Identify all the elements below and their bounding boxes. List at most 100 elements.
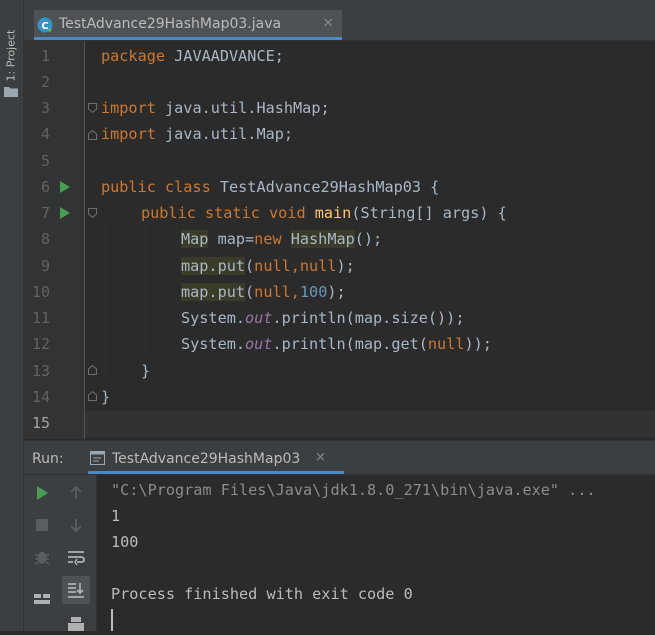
indent-guide [145,227,147,352]
run-tab-label: TestAdvance29HashMap03 [112,451,301,467]
static-field: out [245,309,273,327]
up-arrow-icon[interactable] [66,483,86,503]
code-text: (); [354,230,383,248]
soft-wrap-icon[interactable] [66,547,86,567]
code-line-8: Map map=new HashMap(); [181,226,382,252]
line-number: 7 [40,204,50,222]
code-line-13: } [141,362,151,380]
code-text: map= [208,230,255,248]
fold-start-icon[interactable] [88,103,97,113]
line-number: 5 [40,152,50,170]
keyword: public class [101,178,211,196]
code-text: java.util.HashMap; [155,99,330,117]
editor-tab-testadvance29hashmap03[interactable]: C TestAdvance29HashMap03.java × [34,10,342,40]
code-text: java.util.Map; [155,125,294,143]
bug-icon[interactable] [32,547,52,567]
code-text: , [290,283,300,301]
line-number: 9 [40,257,50,275]
keyword: null [254,257,291,275]
console-output-line: 100 [111,533,139,551]
run-toolbar [24,475,97,631]
keyword: import [101,99,156,117]
keyword: null [299,257,337,275]
rerun-icon[interactable] [32,483,52,503]
current-line-highlight [85,411,655,437]
fold-start-icon[interactable] [88,208,97,218]
code-text: TestAdvance29HashMap03 { [210,178,440,196]
method-call: map.put [181,257,246,275]
code-text: ); [336,257,355,275]
run-class-icon[interactable] [60,181,70,193]
fold-end-icon[interactable] [88,391,97,401]
constructor-name: HashMap [290,230,355,248]
code-line-3: import java.util.HashMap; [101,95,330,121]
method-call: map.put [181,283,246,301]
indent-guide [105,227,107,377]
number-literal: 100 [299,283,328,301]
fold-end-icon[interactable] [88,130,97,140]
line-number: 4 [40,125,50,143]
run-tab-testadvance29hashmap03[interactable]: TestAdvance29HashMap03 [88,443,344,474]
close-run-tab-icon[interactable]: × [315,450,326,465]
code-text: (String[] args) { [351,204,507,222]
line-number-current: 15 [31,414,50,432]
close-tab-icon[interactable]: × [322,15,334,31]
run-panel-header: Run: TestAdvance29HashMap03 × [24,440,655,475]
run-main-icon[interactable] [60,207,70,219]
code-line-6: public class TestAdvance29HashMap03 { [101,174,439,200]
line-number: 12 [31,335,50,353]
type-name: Map [181,230,209,248]
print-icon[interactable] [66,615,86,635]
fold-end-icon[interactable] [88,365,97,375]
down-arrow-icon[interactable] [66,515,86,535]
code-text: , [290,257,300,275]
code-line-11: System.out.println(map.size()); [181,305,464,331]
code-text: System. [181,335,246,353]
code-line-4: import java.util.Map; [101,121,293,147]
code-line-12: System.out.println(map.get(null)); [181,331,492,357]
console-output-line: 1 [111,507,121,525]
code-text: JAVAADVANCE; [165,47,284,65]
code-text: .println(map.size()); [272,309,465,327]
java-class-icon: C [37,17,53,33]
code-line-1: package JAVAADVANCE; [101,43,284,69]
keyword: import [101,125,156,143]
line-number: 10 [31,283,50,301]
stop-icon[interactable] [32,515,52,535]
code-line-10: map.put(null,100); [181,279,346,305]
code-text: System. [181,309,246,327]
line-number: 13 [31,362,50,380]
code-text: )); [464,335,492,353]
line-number: 1 [40,47,50,65]
scroll-to-end-icon [68,583,84,598]
project-tool-strip: 1: Project [0,0,24,631]
line-number: 14 [31,388,50,406]
static-field: out [245,335,273,353]
code-text: ); [327,283,346,301]
line-number: 6 [40,178,50,196]
keyword: null [427,335,465,353]
code-text: ( [245,283,255,301]
keyword: new [254,230,282,248]
editor-tab-label: TestAdvance29HashMap03.java [59,16,282,32]
line-number: 11 [31,309,50,327]
code-text: ( [245,257,255,275]
folder-icon[interactable] [4,86,18,97]
console-icon [90,451,105,465]
line-number: 3 [40,99,50,117]
editor-tab-bar: C TestAdvance29HashMap03.java × [24,0,655,41]
method-name: main [314,204,352,222]
code-text: .println(map.get( [272,335,428,353]
scroll-to-end-toggle[interactable] [62,576,90,604]
code-line-9: map.put(null,null); [181,253,355,279]
run-panel-label: Run: [32,451,64,467]
console-exit-message: Process finished with exit code 0 [111,585,413,603]
project-tool-label: 1: Project [4,29,18,82]
svg-text:C: C [41,21,48,32]
layout-icon[interactable] [32,589,52,609]
line-number: 8 [40,230,50,248]
keyword: null [254,283,291,301]
project-tool-button[interactable]: 1: Project [2,14,21,84]
code-line-14: } [101,388,111,406]
